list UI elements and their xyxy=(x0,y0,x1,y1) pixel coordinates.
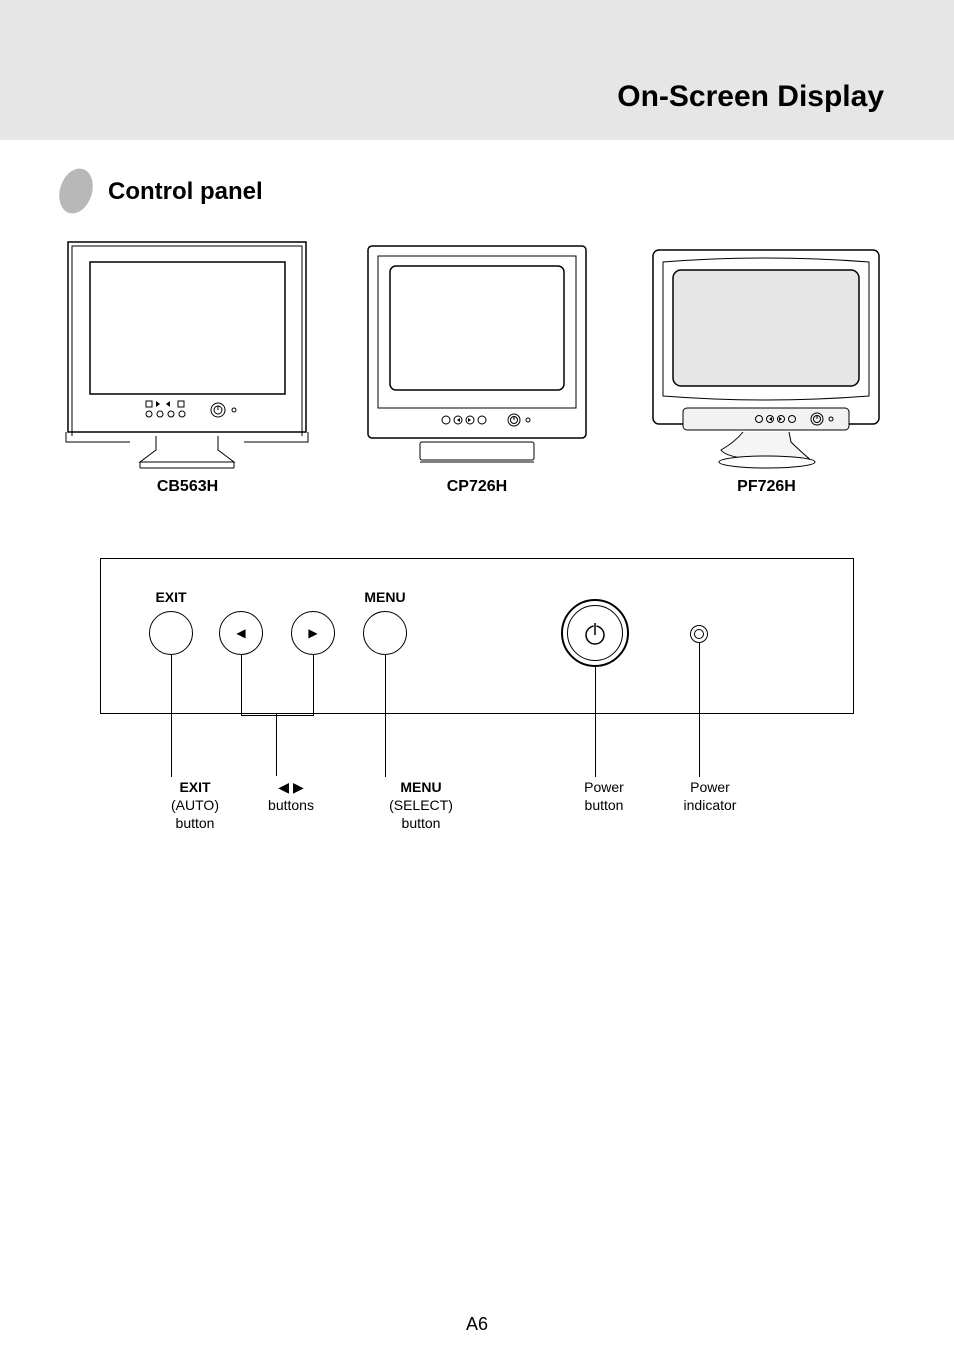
leader-line xyxy=(385,655,386,777)
callout-power: Power button xyxy=(554,778,654,814)
monitor-label: PF726H xyxy=(737,478,796,496)
leader-line xyxy=(313,655,314,715)
leader-line xyxy=(699,643,700,777)
leader-line xyxy=(241,655,242,715)
header-band: On-Screen Display xyxy=(0,0,954,140)
power-button-icon xyxy=(561,599,629,667)
monitor-label: CP726H xyxy=(447,478,507,496)
header-title: On-Screen Display xyxy=(617,80,884,114)
page-number: A6 xyxy=(0,1314,954,1335)
monitor-illustration: CP726H xyxy=(350,236,605,506)
section-bullet-icon xyxy=(54,164,99,218)
callout-exit: EXIT (AUTO) button xyxy=(140,778,250,833)
leader-line xyxy=(171,655,172,777)
menu-top-label: MENU xyxy=(359,589,411,605)
section-title: Control panel xyxy=(108,178,263,206)
crt-monitor-icon xyxy=(60,236,315,472)
menu-button-icon xyxy=(363,611,407,655)
callout-direction: ◀ ▶ buttons xyxy=(246,778,336,814)
exit-top-label: EXIT xyxy=(149,589,193,605)
leader-line xyxy=(595,667,596,777)
monitor-illustration: CB563H xyxy=(60,236,315,506)
callout-menu: MENU (SELECT) button xyxy=(356,778,486,833)
monitor-illustration-row: CB563H CP72 xyxy=(60,236,894,506)
monitor-label: CB563H xyxy=(157,478,218,496)
leader-line xyxy=(276,714,277,776)
control-panel-box: EXIT MENU ◀ ▶ xyxy=(100,558,854,714)
power-icon xyxy=(581,619,609,647)
leader-line xyxy=(241,715,314,716)
left-arrow-button-icon: ◀ xyxy=(219,611,263,655)
exit-button-icon xyxy=(149,611,193,655)
control-panel-diagram: EXIT MENU ◀ ▶ xyxy=(100,558,854,714)
crt-monitor-icon xyxy=(350,236,605,472)
callout-led: Power indicator xyxy=(660,778,760,814)
right-arrow-button-icon: ▶ xyxy=(291,611,335,655)
page: On-Screen Display Control panel xyxy=(0,0,954,1355)
monitor-illustration: PF726H xyxy=(639,236,894,506)
crt-monitor-icon xyxy=(639,236,894,472)
power-led-icon xyxy=(690,625,708,643)
